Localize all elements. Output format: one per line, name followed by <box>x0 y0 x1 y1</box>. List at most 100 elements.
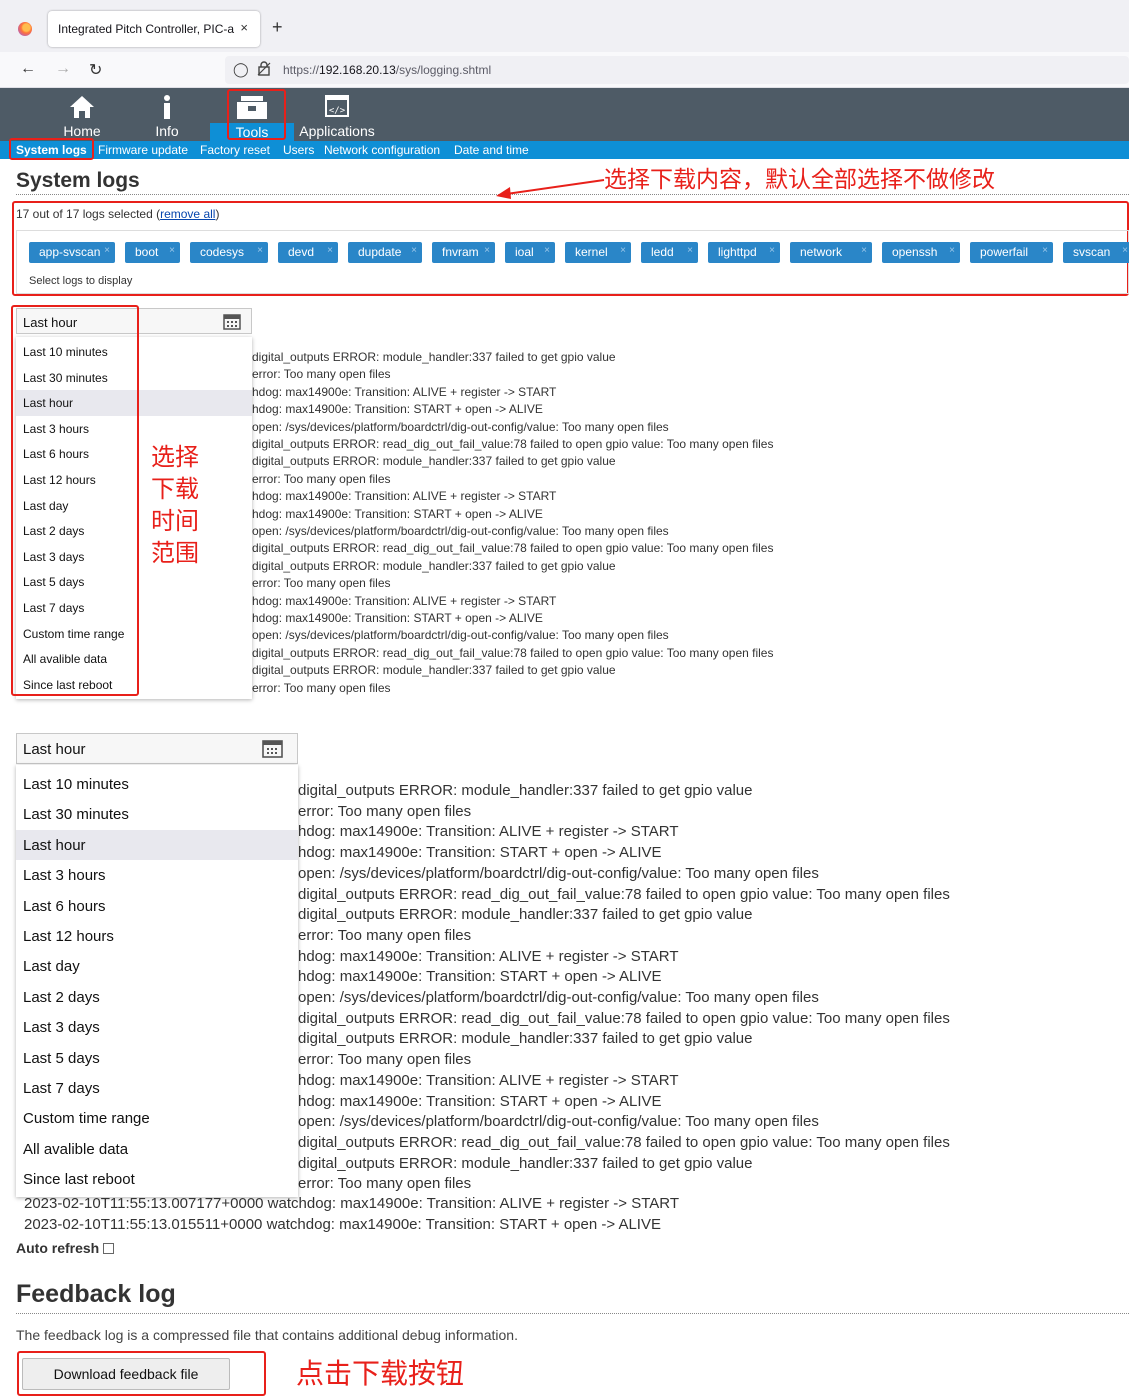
log-line: digital_outputs ERROR: read_dig_out_fail… <box>298 885 950 903</box>
log-line: digital_outputs ERROR: module_handler:33… <box>298 906 753 924</box>
chip-remove-icon[interactable]: × <box>769 245 775 256</box>
time-range-option[interactable]: Last 10 minutes <box>16 769 298 799</box>
log-chip-network[interactable]: network × <box>790 242 872 263</box>
time-range-option[interactable]: All avalible data <box>16 1134 298 1164</box>
nav-applications-label: Applications <box>299 123 375 139</box>
log-chip-label: dupdate <box>358 245 402 259</box>
chip-remove-icon[interactable]: × <box>411 245 417 256</box>
time-range-option[interactable]: Last 3 days <box>16 1012 298 1042</box>
log-line: open: /sys/devices/platform/boardctrl/di… <box>252 628 669 643</box>
time-range-option[interactable]: Last 3 hours <box>16 860 298 890</box>
time-range-option[interactable]: Last 30 minutes <box>16 799 298 829</box>
back-arrow-icon[interactable]: ← <box>20 60 36 78</box>
log-chip-label: ledd <box>651 245 674 259</box>
subnav-factory-reset[interactable]: Factory reset <box>200 143 270 157</box>
log-chip-ledd[interactable]: ledd × <box>641 242 698 263</box>
log-chip-devd[interactable]: devd × <box>278 242 338 263</box>
annotation-arrow <box>496 179 605 199</box>
forward-arrow-icon[interactable]: → <box>55 60 71 78</box>
log-chip-label: openssh <box>892 245 938 259</box>
chip-remove-icon[interactable]: × <box>687 245 693 256</box>
time-range-option[interactable]: Last 12 hours <box>16 921 298 951</box>
log-chip-svscan[interactable]: svscan × <box>1063 242 1129 263</box>
feedback-description: The feedback log is a compressed file th… <box>16 1327 518 1343</box>
log-line: digital_outputs ERROR: module_handler:33… <box>252 350 616 364</box>
log-line: hdog: max14900e: Transition: START + ope… <box>252 506 543 521</box>
reload-icon[interactable]: ↻ <box>89 60 102 80</box>
calendar-icon[interactable] <box>262 739 283 759</box>
chip-remove-icon[interactable]: × <box>544 245 550 256</box>
log-chip-openssh[interactable]: openssh × <box>882 242 960 263</box>
shield-icon[interactable]: ◯ <box>233 61 249 78</box>
log-chip-codesys[interactable]: codesys × <box>190 242 268 263</box>
time-range-option[interactable]: Last hour <box>16 829 298 861</box>
nav-home[interactable]: Home <box>52 88 112 141</box>
time-range-select-zoomed[interactable]: Last hour <box>16 733 298 764</box>
log-selector[interactable]: app-svscan × boot × codesys × devd × dupdate × fnv… <box>16 230 1129 294</box>
chip-remove-icon[interactable]: × <box>1122 245 1128 256</box>
browser-tab-bar: Integrated Pitch Controller, PIC-a × + <box>0 0 1129 52</box>
chip-remove-icon[interactable]: × <box>620 245 626 256</box>
log-line: error: Too many open files <box>298 926 472 944</box>
log-line: digital_outputs ERROR: module_handler:33… <box>252 454 616 469</box>
log-chip-lighttpd[interactable]: lighttpd × <box>708 242 780 263</box>
log-chip-powerfail[interactable]: powerfail × <box>970 242 1053 263</box>
browser-nav-bar: ← → ↻ ◯ https://192.168.20.13/sys/loggin… <box>0 52 1129 88</box>
chip-remove-icon[interactable]: × <box>1042 245 1048 256</box>
log-chip-label: ioal <box>515 245 534 259</box>
log-line: open: /sys/devices/platform/boardctrl/di… <box>298 864 819 882</box>
chip-remove-icon[interactable]: × <box>484 245 490 256</box>
time-range-option[interactable]: Last 7 days <box>16 1073 298 1103</box>
log-line: error: Too many open files <box>252 680 391 695</box>
address-bar[interactable]: ◯ https://192.168.20.13/sys/logging.shtm… <box>225 56 1129 84</box>
time-range-option[interactable]: Custom time range <box>16 1103 298 1133</box>
log-line: hdog: max14900e: Transition: ALIVE + reg… <box>252 593 557 608</box>
auto-refresh-checkbox[interactable] <box>103 1243 115 1254</box>
log-chip-label: lighttpd <box>718 245 757 259</box>
chip-remove-icon[interactable]: × <box>861 245 867 256</box>
chip-remove-icon[interactable]: × <box>104 245 110 256</box>
log-line: hdog: max14900e: Transition: START + ope… <box>252 402 543 417</box>
log-chip-fnvram[interactable]: fnvram × <box>432 242 495 263</box>
log-line: hdog: max14900e: Transition: START + ope… <box>298 1092 662 1110</box>
log-line: digital_outputs ERROR: read_dig_out_fail… <box>252 437 774 451</box>
log-line: open: /sys/devices/platform/boardctrl/di… <box>298 1113 819 1131</box>
browser-tab[interactable]: Integrated Pitch Controller, PIC-a × <box>48 11 260 47</box>
log-line: digital_outputs ERROR: module_handler:33… <box>252 558 616 573</box>
sub-nav: System logs Firmware update Factory rese… <box>0 141 1129 159</box>
lock-icon[interactable] <box>257 61 271 76</box>
app-header: Home Info Tools </> Applications <box>0 88 1129 141</box>
log-line: open: /sys/devices/platform/boardctrl/di… <box>252 524 669 538</box>
subnav-date-and-time[interactable]: Date and time <box>454 143 529 157</box>
log-chip-app-svscan[interactable]: app-svscan × <box>29 242 115 263</box>
calendar-icon[interactable] <box>223 313 241 330</box>
nav-info[interactable]: Info <box>140 88 194 141</box>
subnav-network-configuration[interactable]: Network configuration <box>324 143 440 157</box>
log-line: digital_outputs ERROR: module_handler:33… <box>252 663 616 678</box>
log-chip-boot[interactable]: boot × <box>125 242 180 263</box>
chip-remove-icon[interactable]: × <box>257 245 263 256</box>
log-output-small: digital_outputs ERROR: module_handler:33… <box>252 340 1129 700</box>
nav-applications[interactable]: </> Applications <box>294 88 380 141</box>
feedback-divider <box>16 1313 1129 1314</box>
select-time-annotation-line: 下载 <box>151 475 199 503</box>
subnav-users[interactable]: Users <box>283 143 314 157</box>
new-tab-icon[interactable]: + <box>272 17 283 38</box>
time-range-option[interactable]: Last 6 hours <box>16 891 298 921</box>
log-chip-ioal[interactable]: ioal × <box>505 242 555 263</box>
subnav-firmware-update[interactable]: Firmware update <box>98 143 188 157</box>
log-chip-kernel[interactable]: kernel × <box>565 242 631 263</box>
time-range-option[interactable]: Last 2 days <box>16 982 298 1012</box>
log-line: open: /sys/devices/platform/boardctrl/di… <box>298 989 819 1006</box>
tab-close-icon[interactable]: × <box>240 20 248 35</box>
chip-remove-icon[interactable]: × <box>169 245 175 256</box>
time-range-option[interactable]: Since last reboot <box>16 1164 298 1194</box>
chip-remove-icon[interactable]: × <box>949 245 955 256</box>
time-range-option[interactable]: Last day <box>16 951 298 981</box>
log-chip-dupdate[interactable]: dupdate × <box>348 242 422 263</box>
log-line: error: Too many open files <box>252 471 391 486</box>
chip-remove-icon[interactable]: × <box>327 245 333 256</box>
info-icon <box>164 95 170 119</box>
select-time-annotation-line: 选择 <box>151 443 199 471</box>
time-range-option[interactable]: Last 5 days <box>16 1043 298 1073</box>
